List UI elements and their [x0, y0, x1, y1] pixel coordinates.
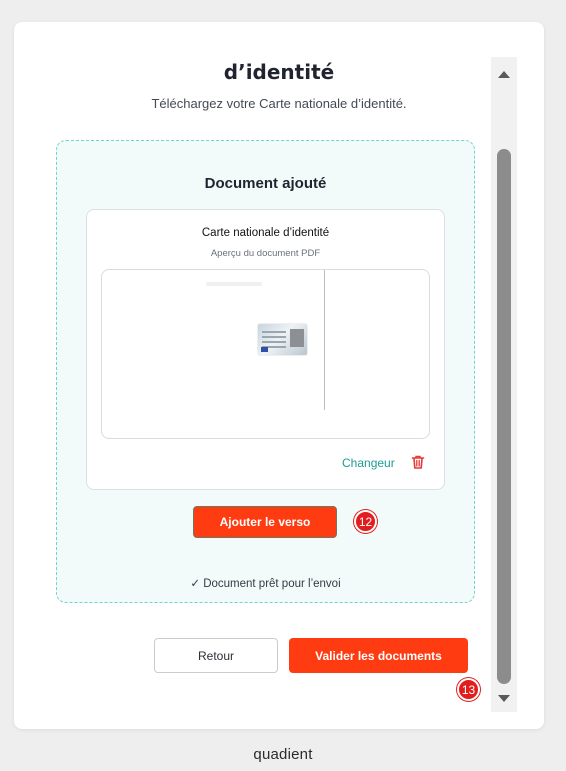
pdf-preview[interactable]: [101, 269, 430, 439]
page-title: d’identité: [223, 60, 335, 84]
annotation-badge-12: 12: [354, 510, 377, 533]
scrollbar-thumb[interactable]: [497, 149, 511, 684]
document-dropzone[interactable]: Document ajouté Carte nationale d’identi…: [56, 140, 475, 603]
scroll-down-arrow-icon[interactable]: [498, 695, 510, 702]
id-card-photo: [290, 329, 304, 347]
document-card: Carte nationale d’identité Aperçu du doc…: [86, 209, 445, 490]
id-card-text-lines: [262, 331, 286, 333]
page-subtitle: Téléchargez votre Carte nationale d’iden…: [151, 96, 407, 111]
id-card-flag: [261, 347, 268, 352]
scroll-up-arrow-icon[interactable]: [498, 71, 510, 78]
document-name: Carte nationale d’identité: [201, 227, 330, 239]
validate-documents-button[interactable]: Valider les documents: [289, 638, 468, 673]
document-ready-status: ✓ Document prêt pour l’envoi: [190, 578, 341, 590]
annotation-badge-13: 13: [457, 678, 480, 701]
document-preview-label: Aperçu du document PDF: [210, 248, 321, 259]
upload-card: d’identité Téléchargez votre Carte natio…: [14, 22, 544, 729]
preview-page-divider: [324, 270, 325, 410]
preview-artifact: [206, 282, 262, 286]
back-button[interactable]: Retour: [154, 638, 278, 673]
add-back-side-button[interactable]: Ajouter le verso: [193, 506, 337, 538]
quadient-logo: quadient: [253, 746, 313, 763]
trash-icon[interactable]: [410, 454, 426, 470]
dropzone-title: Document ajouté: [204, 175, 327, 192]
change-document-link[interactable]: Changeur: [342, 456, 395, 470]
id-card-thumbnail: [258, 324, 307, 355]
vertical-scrollbar[interactable]: [491, 57, 517, 712]
